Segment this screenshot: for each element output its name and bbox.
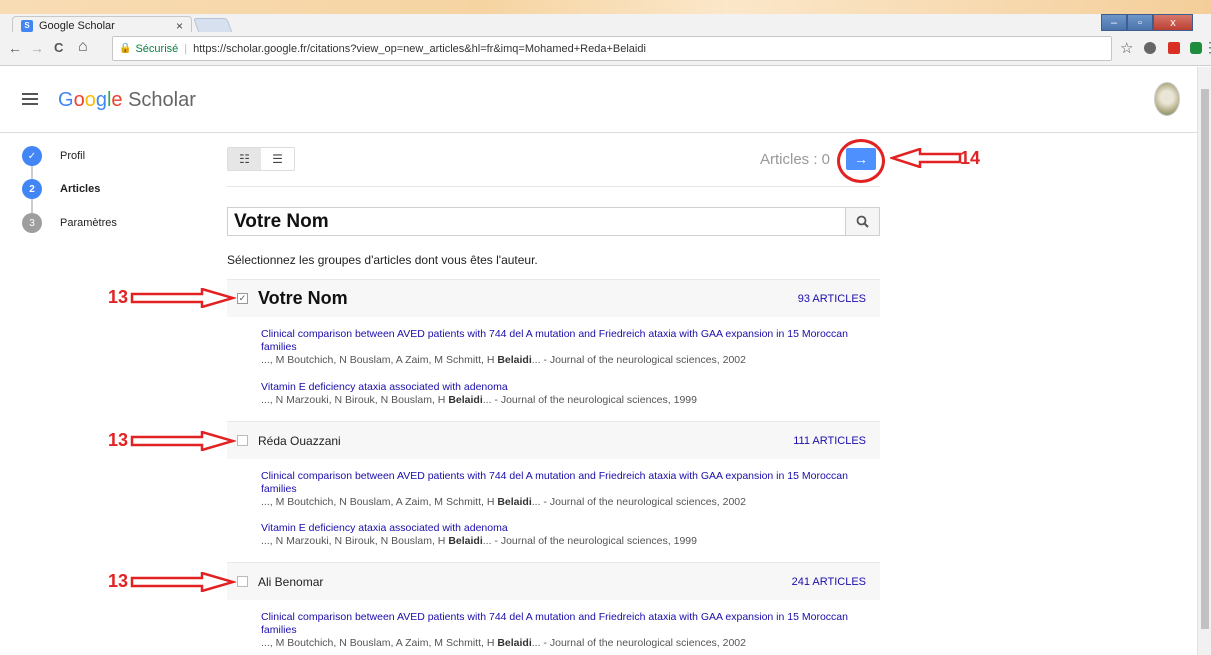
article-authors: ..., M Boutchich, N Bouslam, A Zaim, M S… [261,496,746,508]
article-authors: ..., N Marzouki, N Birouk, N Bouslam, H … [261,394,697,406]
hamburger-menu-icon[interactable] [22,93,38,108]
step-number: 3 [22,213,42,233]
group-name: Réda Ouazzani [258,433,341,448]
article-title[interactable]: Clinical comparison between AVED patient… [261,328,871,354]
reload-icon[interactable]: C [54,40,63,55]
article-authors: ..., N Marzouki, N Birouk, N Bouslam, H … [261,535,697,547]
window-close-button[interactable]: x [1153,14,1193,31]
annotation-arrow-icon [890,148,962,168]
user-avatar[interactable] [1154,82,1180,116]
url-separator: | [184,42,188,55]
author-group-row[interactable]: ✓ Votre Nom 93 ARTICLES [227,279,880,317]
check-icon: ✓ [22,146,42,166]
scholar-header: Google Scholar [0,67,1197,133]
address-bar: ← → C ⌂ 🔒 Sécurisé | https://scholar.goo… [0,32,1211,66]
minimize-button[interactable]: – [1101,14,1127,31]
url-text: https://scholar.google.fr/citations?view… [193,42,646,55]
article-item: Clinical comparison between AVED patient… [261,470,871,509]
step-label: Articles [60,183,101,195]
extension-icon[interactable] [1144,42,1156,54]
article-item: Vitamin E deficiency ataxia associated w… [261,381,871,407]
back-icon[interactable]: ← [8,40,22,56]
annotation-label-13: 13 [108,287,129,307]
instructions-text: Sélectionnez les groupes d'articles dont… [227,253,538,267]
article-title[interactable]: Vitamin E deficiency ataxia associated w… [261,381,871,394]
annotation-arrow-icon [130,288,236,308]
annotation-arrow-icon [130,431,236,451]
search-input[interactable]: Votre Nom [228,211,845,233]
browser-titlebar: S Google Scholar × – ▫ x [0,0,1211,34]
article-item: Vitamin E deficiency ataxia associated w… [261,522,871,548]
article-title[interactable]: Vitamin E deficiency ataxia associated w… [261,522,871,535]
scrollbar-thumb[interactable] [1201,89,1209,629]
article-title[interactable]: Clinical comparison between AVED patient… [261,470,871,496]
chrome-menu-icon[interactable]: ⋮ [1203,39,1211,56]
group-article-count[interactable]: 241 ARTICLES [792,576,866,588]
forward-icon[interactable]: → [30,40,44,56]
view-toggle: ☷ ☰ [227,147,295,171]
window-controls: – ▫ x [1101,14,1193,32]
bookmark-star-icon[interactable]: ☆ [1120,39,1133,57]
home-icon[interactable]: ⌂ [78,38,88,56]
page-scrollbar[interactable] [1197,67,1211,655]
author-group-row[interactable]: Ali Benomar 241 ARTICLES [227,562,880,600]
step-profil[interactable]: ✓ Profil [22,146,85,166]
group-checkbox[interactable] [237,576,248,587]
article-authors: ..., M Boutchich, N Bouslam, A Zaim, M S… [261,354,746,366]
name-search-field: Votre Nom [227,207,880,236]
annotation-arrow-icon [130,572,236,592]
maximize-button[interactable]: ▫ [1127,14,1153,31]
step-articles[interactable]: 2 Articles [22,179,100,199]
group-article-count[interactable]: 111 ARTICLES [793,435,866,447]
annotation-label-13: 13 [108,571,129,591]
article-item: Clinical comparison between AVED patient… [261,611,871,650]
group-name: Ali Benomar [258,574,324,589]
step-parametres[interactable]: 3 Paramètres [22,213,117,233]
detailed-view-icon[interactable]: ☷ [228,148,261,170]
tab-close-icon[interactable]: × [176,19,183,33]
article-item: Clinical comparison between AVED patient… [261,328,871,367]
step-label: Paramètres [60,217,117,229]
shield-extension-icon[interactable] [1190,42,1202,54]
divider [227,186,880,187]
compact-view-icon[interactable]: ☰ [261,148,294,170]
annotation-label-13: 13 [108,430,129,450]
step-label: Profil [60,150,86,162]
group-checkbox[interactable]: ✓ [237,293,248,304]
group-article-count[interactable]: 93 ARTICLES [798,293,866,305]
article-authors: ..., M Boutchich, N Bouslam, A Zaim, M S… [261,637,746,649]
secure-label: Sécurisé [135,42,179,55]
articles-count: Articles : 0 [760,151,831,168]
office-extension-icon[interactable] [1168,42,1180,54]
lock-icon: 🔒 [119,43,132,54]
author-group-row[interactable]: Réda Ouazzani 111 ARTICLES [227,421,880,459]
url-input[interactable]: 🔒 Sécurisé | https://scholar.google.fr/c… [112,36,1112,61]
group-name: Votre Nom [258,288,348,308]
step-number: 2 [22,179,42,199]
google-scholar-logo[interactable]: Google Scholar [58,89,196,112]
scholar-favicon-icon: S [21,19,33,32]
group-checkbox[interactable] [237,435,248,446]
annotation-label-14: 14 [960,148,981,168]
annotation-circle [837,139,885,183]
search-icon[interactable] [845,208,879,235]
tab-title: Google Scholar [39,19,115,32]
article-title[interactable]: Clinical comparison between AVED patient… [261,611,871,637]
